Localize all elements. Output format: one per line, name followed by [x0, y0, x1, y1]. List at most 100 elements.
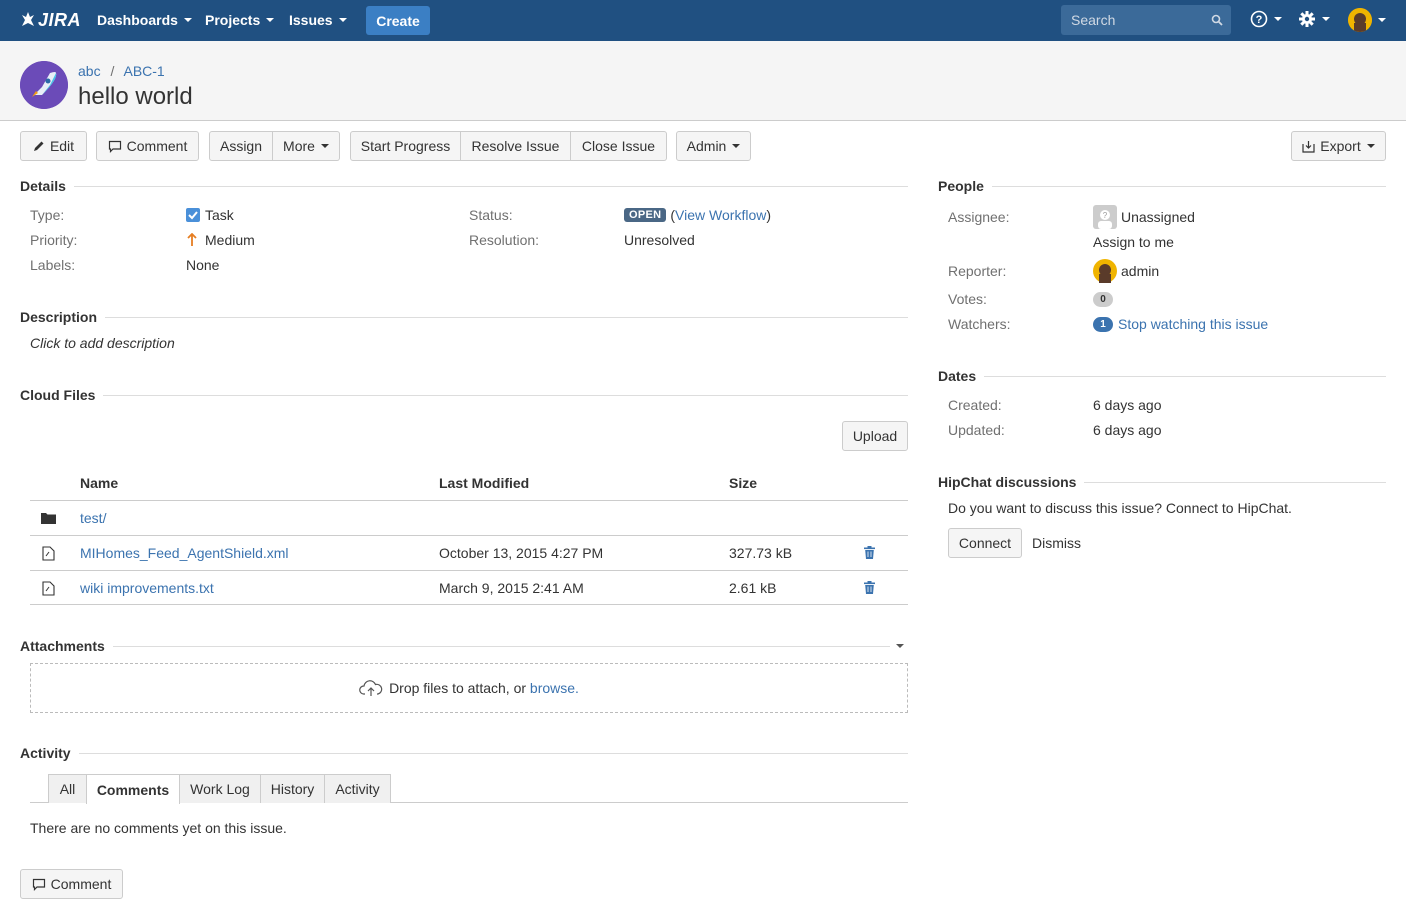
activity-heading[interactable]: Activity — [20, 745, 908, 761]
resolve-issue-button[interactable]: Resolve Issue — [461, 131, 571, 161]
create-button[interactable]: Create — [366, 6, 430, 35]
section-divider — [105, 316, 908, 318]
add-comment-button[interactable]: Comment — [20, 869, 123, 899]
view-workflow-link[interactable]: View Workflow — [675, 207, 766, 223]
edit-button[interactable]: Edit — [20, 131, 87, 161]
admin-button[interactable]: Admin — [676, 131, 751, 161]
more-button[interactable]: More — [273, 131, 340, 161]
file-name-link[interactable]: wiki improvements.txt — [80, 580, 214, 596]
assignee-value-label: Unassigned — [1121, 209, 1195, 225]
chevron-down-icon — [732, 144, 741, 148]
tab-work-log[interactable]: Work Log — [179, 774, 261, 803]
breadcrumb-issue-key-link[interactable]: ABC-1 — [123, 63, 164, 79]
people-heading-label: People — [938, 178, 984, 194]
labels-value[interactable]: None — [186, 257, 219, 273]
breadcrumb-project-link[interactable]: abc — [78, 63, 101, 79]
section-divider — [112, 645, 890, 647]
tab-activity[interactable]: Activity — [324, 774, 391, 803]
attachments-heading[interactable]: Attachments — [20, 638, 908, 654]
user-menu[interactable] — [1348, 8, 1386, 32]
start-progress-button[interactable]: Start Progress — [350, 131, 461, 161]
priority-value: Medium — [186, 232, 255, 248]
file-icon — [42, 546, 55, 561]
nav-dashboards-label: Dashboards — [97, 12, 178, 28]
nav-issues-label: Issues — [289, 12, 333, 28]
watchers-value[interactable]: 1 Stop watching this issue — [1093, 316, 1268, 332]
breadcrumb: abc / ABC-1 — [78, 63, 165, 79]
assign-button[interactable]: Assign — [209, 131, 273, 161]
dates-heading-label: Dates — [938, 368, 977, 384]
watchers-count-badge: 1 — [1093, 316, 1113, 332]
project-avatar[interactable] — [20, 61, 68, 109]
table-row[interactable]: MIHomes_Feed_AgentShield.xml October 13,… — [30, 535, 908, 570]
close-issue-button[interactable]: Close Issue — [571, 131, 667, 161]
chevron-down-icon — [1322, 17, 1330, 21]
trash-icon[interactable] — [864, 546, 875, 559]
hipchat-prompt: Do you want to discuss this issue? Conne… — [948, 500, 1292, 516]
chevron-down-icon — [183, 18, 192, 22]
cloud-files-heading[interactable]: Cloud Files — [20, 387, 908, 403]
file-name-link[interactable]: MIHomes_Feed_AgentShield.xml — [80, 545, 289, 561]
nav-dashboards[interactable]: Dashboards — [97, 12, 192, 28]
votes-count-badge: 0 — [1093, 292, 1113, 307]
attachment-dropzone[interactable]: Drop files to attach, or browse. — [30, 663, 908, 713]
jira-logo[interactable]: JIRA — [21, 9, 81, 31]
resolution-value: Unresolved — [624, 232, 695, 248]
assignee-value[interactable]: ? Unassigned — [1093, 205, 1195, 229]
priority-label: Priority: — [30, 232, 78, 248]
column-header-size[interactable]: Size — [729, 475, 757, 491]
search-input[interactable]: Search — [1061, 5, 1231, 35]
hipchat-heading[interactable]: HipChat discussions — [938, 474, 1386, 490]
table-row[interactable]: wiki improvements.txt March 9, 2015 2:41… — [30, 570, 908, 605]
details-heading[interactable]: Details — [20, 178, 908, 194]
task-icon — [186, 208, 200, 222]
assign-to-me-link[interactable]: Assign to me — [1093, 234, 1174, 250]
comment-button[interactable]: Comment — [96, 131, 199, 161]
section-divider — [73, 185, 908, 187]
dismiss-link[interactable]: Dismiss — [1032, 535, 1081, 551]
hipchat-heading-label: HipChat discussions — [938, 474, 1077, 490]
people-heading[interactable]: People — [938, 178, 1386, 194]
issue-title[interactable]: hello world — [78, 83, 193, 111]
svg-text:?: ? — [1103, 211, 1108, 220]
comment-icon — [108, 140, 121, 153]
dropzone-text: Drop files to attach, or — [389, 680, 527, 696]
attachments-options-chevron-icon[interactable] — [896, 644, 904, 648]
details-heading-label: Details — [20, 178, 66, 194]
connect-button[interactable]: Connect — [948, 528, 1022, 558]
votes-value[interactable]: 0 — [1093, 292, 1118, 307]
table-row[interactable]: test/ — [30, 500, 908, 535]
jira-logo-icon — [22, 12, 34, 26]
unassigned-avatar-icon: ? — [1093, 205, 1117, 229]
dates-heading[interactable]: Dates — [938, 368, 1386, 384]
export-button[interactable]: Export — [1291, 131, 1386, 161]
type-value: Task — [186, 207, 234, 223]
stop-watching-link[interactable]: Stop watching this issue — [1118, 316, 1268, 332]
description-heading[interactable]: Description — [20, 309, 908, 325]
export-icon — [1302, 140, 1315, 153]
file-modified: March 9, 2015 2:41 AM — [439, 580, 584, 596]
tab-all[interactable]: All — [48, 774, 87, 803]
reporter-value[interactable]: admin — [1093, 259, 1159, 283]
file-name-link[interactable]: test/ — [80, 510, 106, 526]
issue-header: abc / ABC-1 hello world — [0, 41, 1406, 121]
description-placeholder[interactable]: Click to add description — [30, 335, 175, 351]
tab-comments[interactable]: Comments — [86, 774, 180, 804]
trash-icon[interactable] — [864, 581, 875, 594]
help-menu[interactable]: ? — [1250, 10, 1282, 28]
column-header-last-modified[interactable]: Last Modified — [439, 475, 529, 491]
chevron-down-icon — [320, 144, 329, 148]
top-navigation-bar: JIRA Dashboards Projects Issues Create S… — [0, 0, 1406, 41]
browse-link[interactable]: browse. — [530, 680, 579, 696]
priority-medium-icon — [187, 233, 197, 246]
watchers-label: Watchers: — [948, 316, 1011, 332]
gear-icon — [1299, 11, 1315, 27]
nav-projects[interactable]: Projects — [205, 12, 275, 28]
nav-issues[interactable]: Issues — [289, 12, 347, 28]
tab-history[interactable]: History — [260, 774, 325, 803]
settings-menu[interactable] — [1298, 10, 1330, 28]
updated-value: 6 days ago — [1093, 422, 1162, 438]
rocket-icon — [20, 61, 68, 109]
column-header-name[interactable]: Name — [80, 475, 118, 491]
upload-button[interactable]: Upload — [842, 421, 908, 451]
